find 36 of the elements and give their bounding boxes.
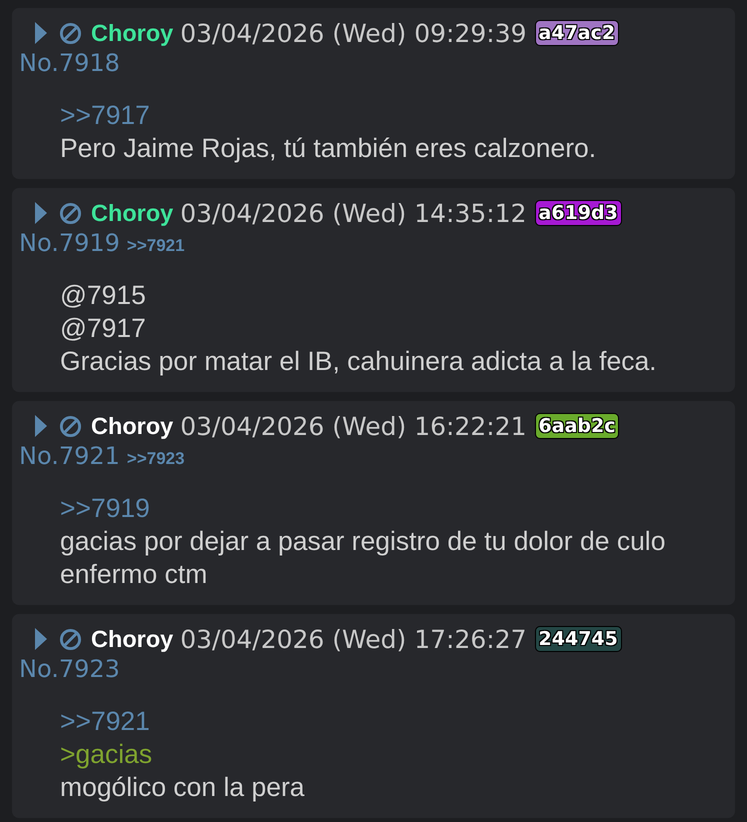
poster-id-tag[interactable]: 244745 (534, 626, 622, 652)
expand-arrow-icon[interactable] (34, 201, 48, 225)
hide-icon[interactable] (59, 628, 82, 650)
post-text: Gracias por matar el IB, cahuinera adicta a la feca. (60, 345, 658, 378)
backlink[interactable]: >>7923 (126, 449, 185, 469)
poster-id-tag[interactable]: a47ac2 (534, 20, 620, 46)
post-date: 03/04/2026 (Wed) 16:22:21 (180, 412, 527, 440)
post-number-link[interactable]: No.7923 (19, 655, 120, 683)
post-text: @7915 (60, 279, 147, 312)
post-date: 03/04/2026 (Wed) 17:26:27 (180, 624, 527, 654)
poster-name: Choroy (91, 626, 174, 652)
hide-icon[interactable] (59, 22, 82, 44)
poster-name: Choroy (91, 412, 174, 440)
post-text: gacias por dejar a pasar registro de tu dolor de culo enfermo ctm (60, 525, 666, 591)
post-date: 03/04/2026 (Wed) 14:35:12 (180, 198, 527, 228)
post-date: 03/04/2026 (Wed) 09:29:39 (180, 18, 527, 48)
post-number-link[interactable]: No.7919 (19, 229, 120, 257)
quote-link[interactable]: >>7919 (60, 492, 725, 525)
hide-icon[interactable] (59, 202, 82, 224)
hide-icon[interactable] (59, 414, 82, 438)
post-number-link[interactable]: No.7921 (19, 442, 120, 470)
post-text: @7917 (60, 312, 147, 345)
expand-arrow-icon[interactable] (34, 627, 48, 651)
poster-id-tag[interactable]: 6aab2c (534, 413, 620, 439)
poster-name: Choroy (91, 20, 174, 46)
backlink[interactable]: >>7921 (126, 236, 185, 256)
poster-id-tag[interactable]: a619d3 (534, 200, 622, 226)
expand-arrow-icon[interactable] (34, 21, 48, 45)
expand-arrow-icon[interactable] (34, 414, 48, 438)
poster-name: Choroy (91, 200, 174, 226)
post-number-link[interactable]: No.7918 (19, 49, 120, 77)
post-text: mogólico con la pera (60, 771, 306, 804)
quote-link[interactable]: >>7921 (60, 705, 725, 738)
greentext-line: >gacias (60, 738, 154, 771)
post-text: Pero Jaime Rojas, tú también eres calzonero. (60, 132, 598, 165)
quote-link[interactable]: >>7917 (60, 99, 725, 132)
